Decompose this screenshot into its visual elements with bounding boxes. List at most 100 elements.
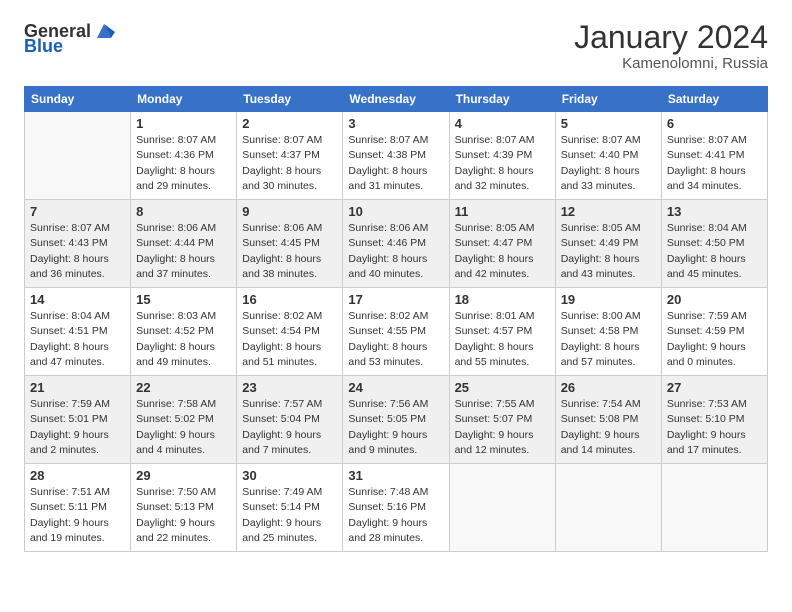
header-thursday: Thursday: [449, 87, 555, 112]
day-detail: Sunrise: 8:07 AM Sunset: 4:37 PM Dayligh…: [242, 133, 337, 194]
table-row: 29 Sunrise: 7:50 AM Sunset: 5:13 PM Dayli…: [131, 464, 237, 552]
day-detail: Sunrise: 7:51 AM Sunset: 5:11 PM Dayligh…: [30, 485, 125, 546]
day-number: 31: [348, 468, 443, 483]
header-monday: Monday: [131, 87, 237, 112]
day-detail: Sunrise: 8:06 AM Sunset: 4:44 PM Dayligh…: [136, 221, 231, 282]
table-row: 1Sunrise: 8:07 AM Sunset: 4:36 PM Daylig…: [131, 112, 237, 200]
day-detail: Sunrise: 7:59 AM Sunset: 5:01 PM Dayligh…: [30, 397, 125, 458]
table-row: 18 Sunrise: 8:01 AM Sunset: 4:57 PM Dayli…: [449, 288, 555, 376]
table-row: 24 Sunrise: 7:56 AM Sunset: 5:05 PM Dayli…: [343, 376, 449, 464]
day-detail: Sunrise: 7:57 AM Sunset: 5:04 PM Dayligh…: [242, 397, 337, 458]
calendar-header-row: Sunday Monday Tuesday Wednesday Thursday…: [25, 87, 768, 112]
day-number: 8: [136, 204, 231, 219]
table-row: [555, 464, 661, 552]
table-row: 2Sunrise: 8:07 AM Sunset: 4:37 PM Daylig…: [237, 112, 343, 200]
day-detail: Sunrise: 8:07 AM Sunset: 4:39 PM Dayligh…: [455, 133, 550, 194]
day-number: 10: [348, 204, 443, 219]
day-number: 25: [455, 380, 550, 395]
header: General Blue January 2024 Kamenolomni, R…: [24, 20, 768, 72]
day-detail: Sunrise: 8:05 AM Sunset: 4:47 PM Dayligh…: [455, 221, 550, 282]
day-number: 17: [348, 292, 443, 307]
table-row: [449, 464, 555, 552]
day-detail: Sunrise: 8:07 AM Sunset: 4:38 PM Dayligh…: [348, 133, 443, 194]
title-area: January 2024 Kamenolomni, Russia: [574, 20, 768, 72]
calendar-table: Sunday Monday Tuesday Wednesday Thursday…: [24, 86, 768, 552]
day-detail: Sunrise: 7:58 AM Sunset: 5:02 PM Dayligh…: [136, 397, 231, 458]
day-detail: Sunrise: 8:02 AM Sunset: 4:55 PM Dayligh…: [348, 309, 443, 370]
day-number: 21: [30, 380, 125, 395]
day-number: 22: [136, 380, 231, 395]
table-row: 7Sunrise: 8:07 AM Sunset: 4:43 PM Daylig…: [25, 200, 131, 288]
day-number: 29: [136, 468, 231, 483]
day-detail: Sunrise: 7:59 AM Sunset: 4:59 PM Dayligh…: [667, 309, 762, 370]
table-row: 4 Sunrise: 8:07 AM Sunset: 4:39 PM Daylig…: [449, 112, 555, 200]
day-detail: Sunrise: 8:07 AM Sunset: 4:41 PM Dayligh…: [667, 133, 762, 194]
table-row: 13 Sunrise: 8:04 AM Sunset: 4:50 PM Dayli…: [661, 200, 767, 288]
table-row: 8 Sunrise: 8:06 AM Sunset: 4:44 PM Daylig…: [131, 200, 237, 288]
calendar-row: 28 Sunrise: 7:51 AM Sunset: 5:11 PM Dayli…: [25, 464, 768, 552]
day-detail: Sunrise: 8:07 AM Sunset: 4:40 PM Dayligh…: [561, 133, 656, 194]
table-row: 14 Sunrise: 8:04 AM Sunset: 4:51 PM Dayli…: [25, 288, 131, 376]
day-detail: Sunrise: 7:56 AM Sunset: 5:05 PM Dayligh…: [348, 397, 443, 458]
day-detail: Sunrise: 8:07 AM Sunset: 4:36 PM Dayligh…: [136, 133, 231, 194]
day-detail: Sunrise: 8:01 AM Sunset: 4:57 PM Dayligh…: [455, 309, 550, 370]
header-saturday: Saturday: [661, 87, 767, 112]
table-row: 28 Sunrise: 7:51 AM Sunset: 5:11 PM Dayli…: [25, 464, 131, 552]
day-number: 30: [242, 468, 337, 483]
day-detail: Sunrise: 8:04 AM Sunset: 4:50 PM Dayligh…: [667, 221, 762, 282]
day-number: 14: [30, 292, 125, 307]
day-detail: Sunrise: 8:06 AM Sunset: 4:46 PM Dayligh…: [348, 221, 443, 282]
table-row: 30Sunrise: 7:49 AM Sunset: 5:14 PM Dayli…: [237, 464, 343, 552]
day-detail: Sunrise: 8:04 AM Sunset: 4:51 PM Dayligh…: [30, 309, 125, 370]
day-detail: Sunrise: 8:07 AM Sunset: 4:43 PM Dayligh…: [30, 221, 125, 282]
month-title: January 2024: [574, 20, 768, 55]
day-number: 4: [455, 116, 550, 131]
table-row: 20 Sunrise: 7:59 AM Sunset: 4:59 PM Dayli…: [661, 288, 767, 376]
table-row: 16 Sunrise: 8:02 AM Sunset: 4:54 PM Dayli…: [237, 288, 343, 376]
day-detail: Sunrise: 8:05 AM Sunset: 4:49 PM Dayligh…: [561, 221, 656, 282]
day-detail: Sunrise: 7:53 AM Sunset: 5:10 PM Dayligh…: [667, 397, 762, 458]
day-detail: Sunrise: 7:55 AM Sunset: 5:07 PM Dayligh…: [455, 397, 550, 458]
calendar-row: 21 Sunrise: 7:59 AM Sunset: 5:01 PM Dayli…: [25, 376, 768, 464]
day-number: 28: [30, 468, 125, 483]
table-row: 9 Sunrise: 8:06 AM Sunset: 4:45 PM Daylig…: [237, 200, 343, 288]
header-wednesday: Wednesday: [343, 87, 449, 112]
day-number: 16: [242, 292, 337, 307]
table-row: 25 Sunrise: 7:55 AM Sunset: 5:07 PM Dayli…: [449, 376, 555, 464]
day-number: 24: [348, 380, 443, 395]
logo: General Blue: [24, 20, 115, 57]
logo-icon: [93, 20, 115, 42]
logo-blue: Blue: [24, 36, 63, 57]
calendar-row: 7Sunrise: 8:07 AM Sunset: 4:43 PM Daylig…: [25, 200, 768, 288]
table-row: [661, 464, 767, 552]
day-number: 9: [242, 204, 337, 219]
table-row: [25, 112, 131, 200]
table-row: 5 Sunrise: 8:07 AM Sunset: 4:40 PM Daylig…: [555, 112, 661, 200]
day-detail: Sunrise: 8:02 AM Sunset: 4:54 PM Dayligh…: [242, 309, 337, 370]
table-row: 10 Sunrise: 8:06 AM Sunset: 4:46 PM Dayli…: [343, 200, 449, 288]
day-number: 3: [348, 116, 443, 131]
table-row: 21 Sunrise: 7:59 AM Sunset: 5:01 PM Dayli…: [25, 376, 131, 464]
table-row: 19Sunrise: 8:00 AM Sunset: 4:58 PM Dayli…: [555, 288, 661, 376]
day-number: 18: [455, 292, 550, 307]
day-detail: Sunrise: 8:00 AM Sunset: 4:58 PM Dayligh…: [561, 309, 656, 370]
header-friday: Friday: [555, 87, 661, 112]
day-number: 5: [561, 116, 656, 131]
page: General Blue January 2024 Kamenolomni, R…: [0, 0, 792, 568]
table-row: 23Sunrise: 7:57 AM Sunset: 5:04 PM Dayli…: [237, 376, 343, 464]
day-number: 15: [136, 292, 231, 307]
day-detail: Sunrise: 7:48 AM Sunset: 5:16 PM Dayligh…: [348, 485, 443, 546]
table-row: 6Sunrise: 8:07 AM Sunset: 4:41 PM Daylig…: [661, 112, 767, 200]
table-row: 3 Sunrise: 8:07 AM Sunset: 4:38 PM Daylig…: [343, 112, 449, 200]
table-row: 15Sunrise: 8:03 AM Sunset: 4:52 PM Dayli…: [131, 288, 237, 376]
day-number: 20: [667, 292, 762, 307]
day-detail: Sunrise: 7:50 AM Sunset: 5:13 PM Dayligh…: [136, 485, 231, 546]
table-row: 22 Sunrise: 7:58 AM Sunset: 5:02 PM Dayli…: [131, 376, 237, 464]
day-number: 13: [667, 204, 762, 219]
day-detail: Sunrise: 7:54 AM Sunset: 5:08 PM Dayligh…: [561, 397, 656, 458]
day-detail: Sunrise: 8:06 AM Sunset: 4:45 PM Dayligh…: [242, 221, 337, 282]
day-number: 12: [561, 204, 656, 219]
table-row: 17 Sunrise: 8:02 AM Sunset: 4:55 PM Dayli…: [343, 288, 449, 376]
table-row: 31 Sunrise: 7:48 AM Sunset: 5:16 PM Dayli…: [343, 464, 449, 552]
day-number: 27: [667, 380, 762, 395]
